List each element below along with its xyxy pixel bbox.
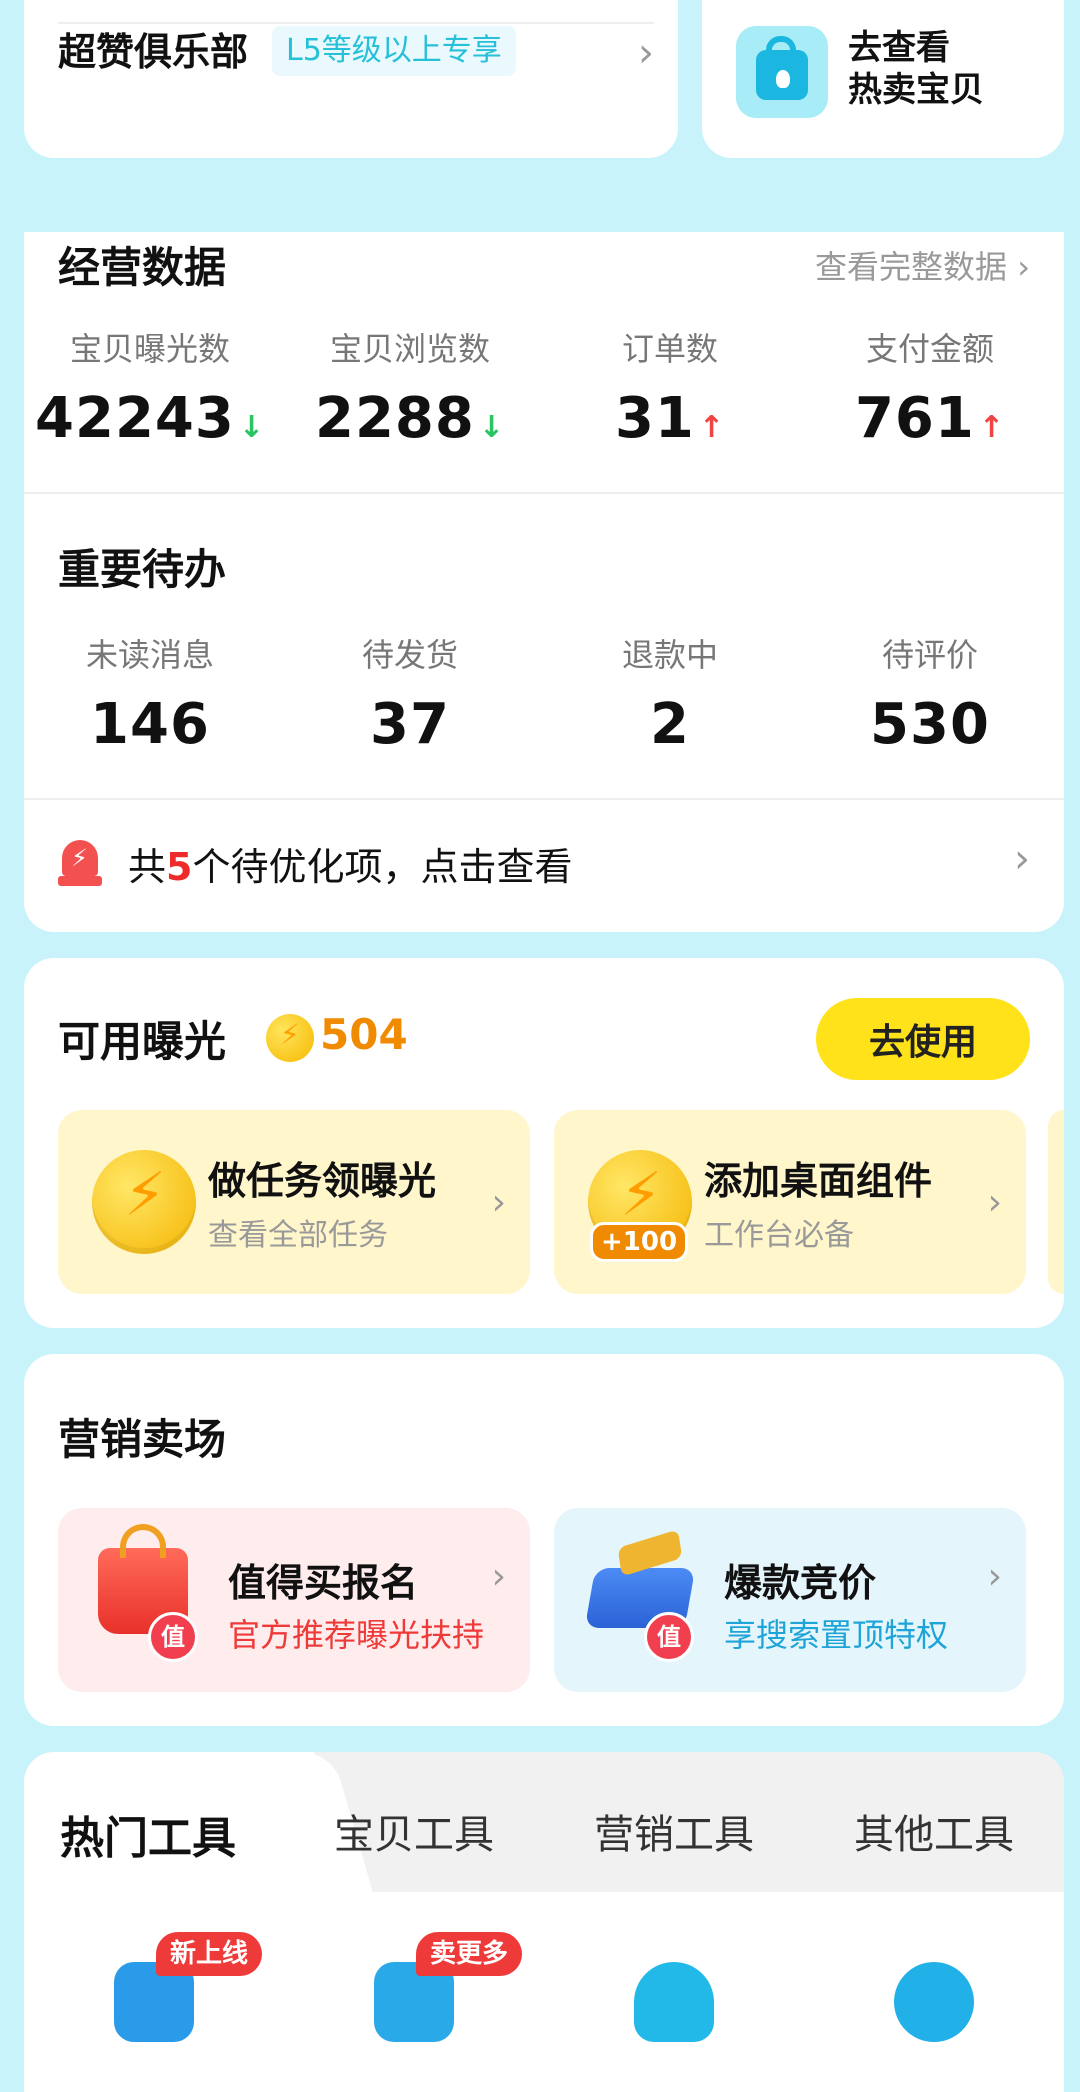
sell-more-badge: 卖更多 xyxy=(416,1932,523,1976)
todo-value: 146 xyxy=(90,692,210,757)
tab-hot-tools[interactable]: 热门工具 xyxy=(60,1802,236,1866)
tab-marketing-tools[interactable]: 营销工具 xyxy=(594,1802,754,1860)
stat-value: 761 ↑ xyxy=(854,386,1006,451)
todo-unread[interactable]: 未读消息 146 xyxy=(20,630,280,757)
chevron-right-icon: › xyxy=(987,1182,1002,1223)
use-exposure-button[interactable]: 去使用 xyxy=(816,998,1030,1080)
business-card: 经营数据 查看完整数据 › 宝贝曝光数 42243 ↓ 宝贝浏览数 2288 ↓ 订… xyxy=(24,232,1064,932)
worth-buy-signup-card[interactable]: 值 值得买报名 官方推荐曝光扶持 › xyxy=(58,1508,530,1692)
chevron-right-icon: › xyxy=(1014,836,1030,882)
widget-card[interactable]: ⚡ +100 添加桌面组件 工作台必备 › xyxy=(554,1110,1026,1294)
marketing-card: 营销卖场 值 值得买报名 官方推荐曝光扶持 › 值 爆款竞价 享搜索置顶特权 › xyxy=(24,1354,1064,1726)
todo-to-ship[interactable]: 待发货 37 xyxy=(280,630,540,757)
alarm-icon: ⚡ xyxy=(58,840,102,888)
todo-refunding[interactable]: 退款中 2 xyxy=(540,630,800,757)
shopping-bag-icon xyxy=(736,26,828,118)
stat-orders[interactable]: 订单数 31 ↑ xyxy=(540,324,800,451)
marketing-title: 营销卖场 xyxy=(58,1415,227,1464)
exposure-title: 可用曝光 xyxy=(58,1017,227,1066)
stat-views[interactable]: 宝贝浏览数 2288 ↓ xyxy=(280,324,540,451)
arrow-down-icon: ↓ xyxy=(478,410,505,445)
divider xyxy=(24,798,1064,800)
task-subtitle: 查看全部任务 xyxy=(208,1218,388,1253)
todo-value: 530 xyxy=(870,692,990,757)
worth-badge: 值 xyxy=(148,1612,198,1662)
timer-icon[interactable] xyxy=(894,1962,974,2042)
todo-to-review[interactable]: 待评价 530 xyxy=(800,630,1060,757)
divider xyxy=(58,22,654,24)
exposure-card: 可用曝光 ⚡ 504 去使用 ⚡ 做任务领曝光 查看全部任务 › ⚡ +100 … xyxy=(24,958,1064,1328)
stat-exposure[interactable]: 宝贝曝光数 42243 ↓ xyxy=(20,324,280,451)
chevron-right-icon: › xyxy=(491,1182,506,1223)
club-level-tag: L5等级以上专享 xyxy=(272,26,516,76)
lightning-coin-icon: ⚡ xyxy=(266,1014,314,1062)
todo-value: 37 xyxy=(370,692,450,757)
todo-title: 重要待办 xyxy=(58,545,227,594)
hot-bidding-card[interactable]: 值 爆款竞价 享搜索置顶特权 › xyxy=(554,1508,1026,1692)
divider xyxy=(24,492,1064,494)
club-card[interactable]: 超赞俱乐部 L5等级以上专享 › xyxy=(24,0,678,158)
todo-label: 退款中 xyxy=(621,636,718,674)
heart-yuan-icon[interactable] xyxy=(634,1962,714,2042)
task-card[interactable]: ⚡ 做任务领曝光 查看全部任务 › xyxy=(58,1110,530,1294)
arrow-down-icon: ↓ xyxy=(238,410,265,445)
worth-badge: 值 xyxy=(644,1612,694,1662)
club-title: 超赞俱乐部 xyxy=(58,30,249,74)
stat-label: 订单数 xyxy=(621,330,718,368)
card-subtitle: 享搜索置顶特权 xyxy=(724,1616,949,1654)
business-title: 经营数据 xyxy=(58,243,227,292)
tab-other-tools[interactable]: 其他工具 xyxy=(854,1802,1014,1860)
card-subtitle: 官方推荐曝光扶持 xyxy=(228,1616,485,1654)
view-full-data-link[interactable]: 查看完整数据 › xyxy=(815,242,1030,288)
stat-value: 42243 ↓ xyxy=(35,386,265,451)
card-title: 爆款竞价 xyxy=(724,1561,877,1605)
hot-items-line1: 去查看 xyxy=(848,28,950,68)
next-task-card-peek[interactable] xyxy=(1048,1110,1064,1294)
optimize-text: 共5个待优化项，点击查看 xyxy=(128,845,573,889)
new-badge: 新上线 xyxy=(156,1932,263,1976)
chevron-right-icon: › xyxy=(638,30,654,76)
card-title: 值得买报名 xyxy=(228,1561,419,1605)
tab-item-tools[interactable]: 宝贝工具 xyxy=(334,1802,494,1860)
stat-value: 2288 ↓ xyxy=(315,386,505,451)
hot-items-line2: 热卖宝贝 xyxy=(848,70,984,110)
tools-card: 热门工具 宝贝工具 营销工具 其他工具 新上线 卖更多 xyxy=(24,1752,1064,2092)
stat-value: 31 ↑ xyxy=(614,386,726,451)
todo-label: 待评价 xyxy=(881,636,978,674)
hot-items-card[interactable]: 去查看 热卖宝贝 xyxy=(702,0,1064,158)
bonus-badge: +100 xyxy=(590,1222,689,1262)
stat-label: 支付金额 xyxy=(865,330,994,368)
task-title: 添加桌面组件 xyxy=(704,1159,933,1203)
task-title: 做任务领曝光 xyxy=(208,1159,437,1203)
stat-label: 宝贝浏览数 xyxy=(329,330,490,368)
todo-label: 未读消息 xyxy=(85,636,214,674)
todo-label: 待发货 xyxy=(361,636,458,674)
chevron-right-icon: › xyxy=(987,1556,1002,1597)
stat-label: 宝贝曝光数 xyxy=(69,330,230,368)
chevron-right-icon: › xyxy=(491,1556,506,1597)
lightning-coin-icon: ⚡ xyxy=(92,1150,196,1254)
task-subtitle: 工作台必备 xyxy=(704,1218,854,1253)
exposure-amount: 504 xyxy=(320,1010,408,1059)
stat-payment[interactable]: 支付金额 761 ↑ xyxy=(800,324,1060,451)
arrow-up-icon: ↑ xyxy=(978,410,1006,445)
optimize-row[interactable]: ⚡ 共5个待优化项，点击查看 › xyxy=(58,832,1030,902)
todo-value: 2 xyxy=(650,692,690,757)
arrow-up-icon: ↑ xyxy=(698,410,726,445)
